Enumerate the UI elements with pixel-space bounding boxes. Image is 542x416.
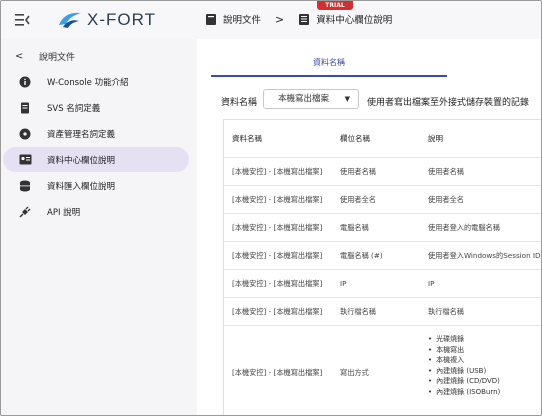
main-content: 資料名稱 資料名稱 本機寫出檔案 ▼ 使用者寫出檔案至外接式儲存裝置的記錄 資料… (197, 39, 541, 415)
breadcrumb-separator: > (275, 12, 285, 26)
table-cell: [本機安控] - [本機寫出檔案] (232, 166, 323, 176)
table-cell: 使用者登入的電腦名稱 (428, 222, 500, 232)
list-item: 本機複入 (428, 355, 500, 366)
table-row: [本機安控] - [本機寫出檔案] 寫出方式 光碟燒錄 本機寫出 本機複入 內建… (224, 326, 541, 415)
id-card-icon (19, 154, 39, 166)
data-name-select[interactable]: 本機寫出檔案 ▼ (263, 89, 359, 109)
write-method-list: 光碟燒錄 本機寫出 本機複入 內建燒錄 (USB) 內建燒錄 (CD/DVD) … (428, 334, 500, 397)
table-row: [本機安控] - [本機寫出檔案] IP IP (224, 270, 541, 298)
table-cell: IP (340, 279, 347, 288)
table-cell: [本機安控] - [本機寫出檔案] (232, 194, 323, 204)
list-item: 光碟燒錄 (428, 334, 500, 345)
plug-icon (19, 206, 39, 218)
list-item: 內建燒錄 (ISOBurn) (428, 387, 500, 398)
filter-label: 資料名稱 (221, 98, 258, 108)
table-cell: [本機安控] - [本機寫出檔案] (232, 367, 323, 377)
column-header: 欄位名稱 (340, 134, 370, 143)
table-row: [本機安控] - [本機寫出檔案] 使用者全名 使用者全名 (224, 186, 541, 214)
breadcrumb: 說明文件 > 資料中心欄位說明 (205, 12, 392, 26)
sidebar-item-label: W-Console 功能介紹 (47, 77, 129, 88)
trial-badge: TRIAL (317, 1, 353, 10)
sidebar-item-label: 資料匯入欄位說明 (47, 181, 116, 192)
logo-mark-icon (59, 12, 81, 28)
sidebar-back-label: 說明文件 (39, 53, 76, 63)
table-cell: 使用者登入Windows的Session ID (428, 250, 541, 260)
list-item: 內建燒錄 (CD/DVD) (428, 376, 500, 387)
disc-icon (19, 128, 39, 140)
book-icon (206, 13, 216, 25)
table-row: [本機安控] - [本機寫出檔案] 執行檔名稱 執行檔名稱 (224, 298, 541, 326)
sidebar-item-label: 資產管理名詞定義 (47, 129, 116, 140)
filter-description: 使用者寫出檔案至外接式儲存裝置的記錄 (367, 98, 530, 108)
table-cell: 使用者全名 (428, 194, 464, 204)
sidebar-back-button[interactable]: < 說明文件 (15, 50, 75, 63)
info-icon (19, 76, 39, 88)
sidebar-item-svs[interactable]: SVS 名詞定義 (9, 95, 189, 120)
list-item: 內建燒錄 (USB) (428, 366, 500, 377)
table-cell: 寫出方式 (340, 367, 369, 377)
menu-collapse-icon[interactable] (15, 13, 31, 27)
database-icon (19, 180, 39, 192)
table-cell: 電腦名稱 (#) (340, 250, 383, 260)
breadcrumb-docs[interactable]: 說明文件 (223, 12, 261, 26)
logo[interactable]: X-FORT (57, 9, 156, 31)
list-item: 本機寫出 (428, 345, 500, 356)
sidebar: < 說明文件 W-Console 功能介紹 SVS 名詞定義 資產管理名詞定義 (1, 39, 197, 415)
table-row: [本機安控] - [本機寫出檔案] 電腦名稱 (#) 使用者登入Windows的… (224, 242, 541, 270)
table-cell: [本機安控] - [本機寫出檔案] (232, 222, 323, 232)
table-row: [本機安控] - [本機寫出檔案] 電腦名稱 使用者登入的電腦名稱 (224, 214, 541, 242)
table-cell: [本機安控] - [本機寫出檔案] (232, 306, 323, 316)
table-cell: 執行檔名稱 (428, 306, 464, 316)
breadcrumb-current: 資料中心欄位說明 (316, 15, 393, 26)
table-cell: [本機安控] - [本機寫出檔案] (232, 250, 323, 260)
sidebar-item-label: SVS 名詞定義 (47, 103, 101, 114)
sidebar-item-api[interactable]: API 說明 (9, 199, 189, 224)
table-cell: 電腦名稱 (340, 222, 369, 232)
app-window: X-FORT TRIAL 說明文件 > 資料中心欄位說明 < 說明文件 W-Co… (0, 0, 542, 416)
table-cell: 使用者名稱 (428, 166, 464, 176)
logo-text: X-FORT (87, 10, 156, 29)
column-header: 說明 (428, 134, 443, 143)
table-cell: 執行檔名稱 (340, 306, 376, 316)
caret-down-icon: ▼ (344, 95, 350, 103)
table-cell: 使用者全名 (340, 194, 376, 204)
file-icon (19, 102, 39, 114)
column-header: 資料名稱 (232, 134, 262, 143)
select-value: 本機寫出檔案 (278, 94, 330, 104)
document-icon (299, 13, 310, 25)
table-cell: IP (428, 279, 435, 288)
sidebar-item-import[interactable]: 資料匯入欄位說明 (9, 173, 189, 198)
tab-data-name[interactable]: 資料名稱 (211, 51, 447, 77)
table-row: [本機安控] - [本機寫出檔案] 使用者名稱 使用者名稱 (224, 158, 541, 186)
fields-table: 資料名稱 欄位名稱 說明 [本機安控] - [本機寫出檔案] 使用者名稱 使用者… (223, 119, 541, 415)
table-cell: 使用者名稱 (340, 166, 376, 176)
sidebar-item-asset[interactable]: 資產管理名詞定義 (9, 121, 189, 146)
sidebar-item-w-console[interactable]: W-Console 功能介紹 (9, 69, 189, 94)
table-header-row: 資料名稱 欄位名稱 說明 (224, 120, 541, 158)
sidebar-item-label: 資料中心欄位說明 (47, 155, 116, 166)
chevron-left-icon: < (15, 51, 24, 62)
top-bar: X-FORT TRIAL 說明文件 > 資料中心欄位說明 (1, 1, 541, 39)
table-cell: [本機安控] - [本機寫出檔案] (232, 278, 323, 288)
sidebar-item-label: API 說明 (47, 207, 81, 218)
sidebar-item-datacenter[interactable]: 資料中心欄位說明 (3, 147, 189, 172)
